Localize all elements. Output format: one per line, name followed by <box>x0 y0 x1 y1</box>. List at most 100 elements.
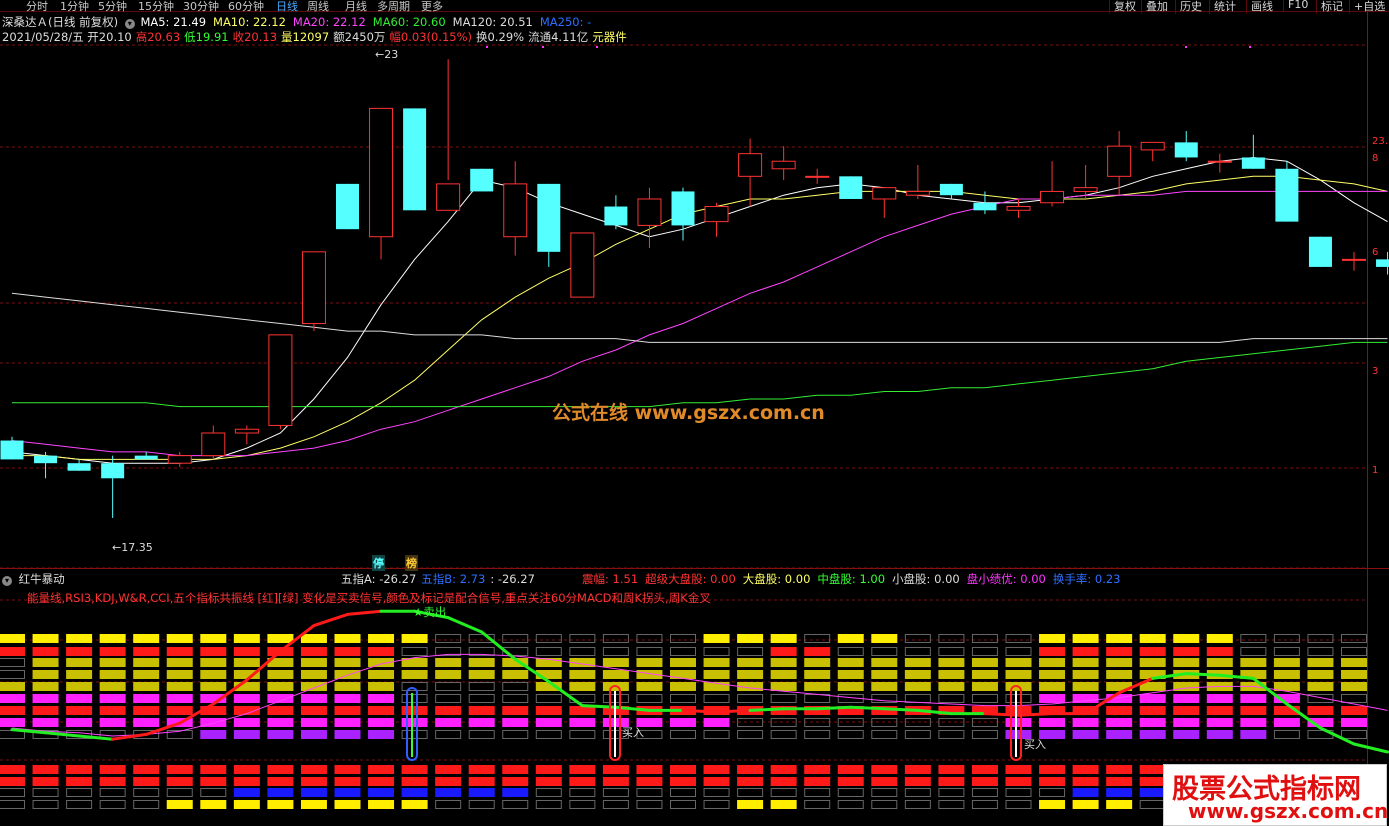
signal-block <box>804 682 831 691</box>
signal-block <box>1139 658 1166 667</box>
signal-block-empty <box>1341 647 1367 656</box>
signal-block <box>401 706 428 715</box>
candle-body-up <box>570 232 595 298</box>
signal-block <box>133 765 160 774</box>
signal-block-empty <box>670 647 696 656</box>
signal-block <box>468 788 495 797</box>
axis-tick-label: 6 <box>1372 247 1379 258</box>
ma-line-ma120 <box>11 292 1388 343</box>
indicator-stat: 超级大盘股: 0.00 <box>645 572 736 586</box>
signal-block-empty <box>938 800 965 809</box>
signal-block <box>636 658 663 667</box>
signal-block <box>1307 682 1334 691</box>
signal-block-empty <box>569 800 596 809</box>
signal-block <box>1039 718 1066 727</box>
signal-block <box>1072 682 1099 691</box>
signal-block <box>133 694 160 703</box>
signal-block-empty <box>804 730 831 739</box>
signal-block <box>0 647 25 656</box>
signal-block-empty <box>670 800 696 809</box>
signal-block <box>569 682 596 691</box>
signal-block <box>871 634 898 643</box>
signal-block <box>904 670 931 679</box>
signal-block <box>1341 658 1367 667</box>
indicator-main-segment <box>44 731 81 738</box>
signal-block <box>1072 634 1099 643</box>
signal-block-empty <box>602 647 629 656</box>
signal-block <box>401 718 428 727</box>
signal-block <box>468 777 495 786</box>
signal-block <box>200 634 227 643</box>
candle-body-up <box>167 455 192 464</box>
signal-block <box>133 634 160 643</box>
signal-block <box>368 718 395 727</box>
signal-block <box>0 694 25 703</box>
signal-block <box>1005 718 1032 727</box>
signal-block <box>200 682 227 691</box>
high-marker: ←23 <box>375 48 399 61</box>
indicator-value: : -26.27 <box>490 572 535 586</box>
signal-block-empty <box>435 730 462 739</box>
signal-block <box>267 800 294 809</box>
signal-block <box>1206 718 1233 727</box>
signal-block-empty <box>904 694 931 703</box>
signal-block <box>99 694 126 703</box>
candle-body-down <box>604 206 628 226</box>
signal-block-empty <box>1005 694 1032 703</box>
indicator-stats: 震幅: 1.51 超级大盘股: 0.00 大盘股: 0.00 中盘股: 1.00 小盘股… <box>582 571 1127 587</box>
indicator-values: 五指A: -26.27 五指B: 2.73: -26.27 <box>341 571 540 587</box>
candle-body-down <box>537 183 561 252</box>
signal-block <box>670 765 696 774</box>
signal-block-empty <box>1307 647 1334 656</box>
signal-block-empty <box>1005 634 1032 643</box>
signal-block <box>670 658 696 667</box>
chevron-down-icon[interactable]: ▾ <box>2 576 12 586</box>
signal-block <box>837 670 864 679</box>
signal-block-empty <box>1240 634 1267 643</box>
signal-block <box>233 658 260 667</box>
signal-block <box>1307 658 1334 667</box>
signal-block-empty <box>200 788 227 797</box>
signal-block-empty <box>904 634 931 643</box>
signal-block <box>66 682 93 691</box>
signal-block <box>267 788 294 797</box>
signal-block <box>938 682 965 691</box>
signal-block-empty <box>468 730 495 739</box>
sell-signal-label: ★卖出 <box>413 605 447 619</box>
indicator-title[interactable]: 红牛暴动 <box>19 572 65 586</box>
signal-block-empty <box>435 682 462 691</box>
signal-block <box>401 670 428 679</box>
candle-body-up <box>503 183 528 238</box>
signal-block-empty <box>938 634 965 643</box>
signal-block <box>267 718 294 727</box>
signal-block <box>569 765 596 774</box>
signal-block-empty <box>636 788 663 797</box>
candle-body-up <box>738 153 763 177</box>
signal-block <box>267 634 294 643</box>
signal-block <box>435 777 462 786</box>
low-marker: ←17.35 <box>112 541 153 554</box>
signal-block-empty <box>904 730 931 739</box>
signal-block-empty <box>1307 634 1334 643</box>
signal-block <box>300 706 327 715</box>
signal-block <box>1307 706 1334 715</box>
signal-block-empty <box>1039 788 1066 797</box>
candle-body-up <box>301 251 326 325</box>
signal-block-empty <box>1273 730 1300 739</box>
signal-block <box>938 765 965 774</box>
signal-block-empty <box>535 788 562 797</box>
candle-body-up <box>771 160 796 170</box>
center-watermark: 公式在线 www.gszx.com.cn <box>552 402 825 424</box>
signal-block <box>535 777 562 786</box>
signal-block-empty <box>401 647 428 656</box>
signal-block <box>368 730 395 739</box>
signal-block-empty <box>502 682 529 691</box>
signal-block <box>133 647 160 656</box>
signal-block <box>1240 706 1267 715</box>
signal-block <box>1307 670 1334 679</box>
candle-body-up <box>1040 190 1065 204</box>
signal-block <box>267 777 294 786</box>
signal-block-empty <box>703 694 730 703</box>
signal-block <box>133 682 160 691</box>
signal-block <box>804 670 831 679</box>
